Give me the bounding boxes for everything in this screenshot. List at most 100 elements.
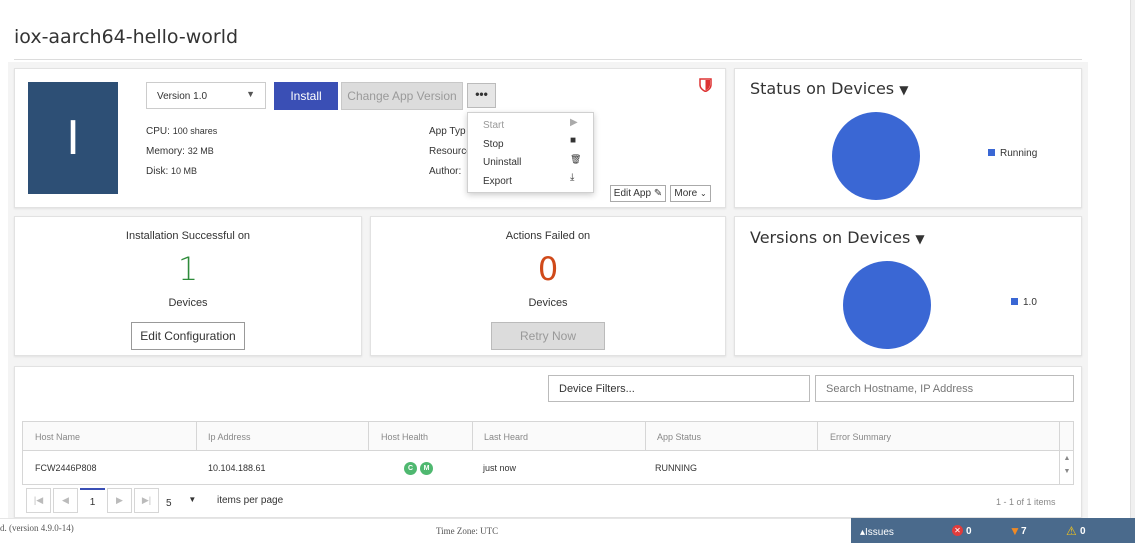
disk-label: Disk: (146, 166, 169, 177)
filter-icon[interactable]: ▼ (915, 232, 924, 246)
cell-ip-address: 10.104.188.61 (208, 463, 266, 473)
cpu-spec: CPU: 100 shares (146, 126, 217, 137)
versions-pie-chart (843, 261, 931, 349)
install-success-title: Installation Successful on (125, 230, 251, 242)
page-size-select[interactable]: 5 ▼ (166, 495, 196, 509)
more-label: More (674, 188, 698, 199)
column-header-error-summary[interactable]: Error Summary (830, 432, 891, 442)
change-app-version-button[interactable]: Change App Version (341, 82, 463, 110)
issues-bar[interactable]: ▴Issues ✕ 0 ▼ 7 ⚠ 0 (851, 518, 1135, 543)
actions-failed-unit: Devices (528, 297, 568, 309)
pie-slice-running (832, 112, 920, 200)
first-page-icon[interactable]: |◀ (26, 488, 51, 513)
column-header-host-health[interactable]: Host Health (381, 432, 428, 442)
version-select-value: Version 1.0 (157, 91, 208, 102)
page-size-value: 5 (166, 498, 172, 509)
table-row[interactable] (22, 451, 1074, 485)
edit-app-label: Edit App (613, 188, 652, 199)
pie-slice-1-0 (843, 261, 931, 349)
legend-version: 1.0 (1011, 297, 1037, 308)
download-icon: ⤓ (570, 172, 575, 183)
chevron-down-icon: ▼ (188, 495, 197, 504)
title-divider (14, 59, 1082, 60)
pager-summary: 1 - 1 of 1 items (996, 497, 1056, 507)
menu-item-uninstall[interactable]: Uninstall (483, 157, 521, 168)
install-button[interactable]: Install (274, 82, 338, 110)
column-header-host-name[interactable]: Host Name (35, 432, 80, 442)
play-icon: ▶ (570, 117, 578, 128)
versions-panel-title-text: Versions on Devices (750, 228, 911, 247)
memory-label: Memory: (146, 146, 185, 157)
column-divider (645, 422, 646, 450)
chevron-down-icon: ▼ (246, 89, 255, 99)
items-per-page-label: items per page (217, 495, 284, 506)
error-count: 0 (966, 526, 972, 537)
column-header-app-status[interactable]: App Status (657, 432, 701, 442)
column-header-ip-address[interactable]: Ip Address (208, 432, 251, 442)
column-header-last-heard[interactable]: Last Heard (484, 432, 528, 442)
error-icon: ✕ (952, 525, 963, 536)
versions-panel-title: Versions on Devices ▼ (750, 228, 925, 247)
issues-toggle[interactable]: ▴Issues (860, 527, 894, 538)
shield-icon (699, 78, 712, 93)
more-actions-button[interactable]: ••• (467, 83, 496, 108)
legend-version-label: 1.0 (1023, 297, 1037, 308)
page-title: iox-aarch64-hello-world (14, 26, 239, 48)
table-scrollbar[interactable]: ▲ ▼ (1059, 451, 1074, 485)
warning-filter-icon: ▼ (1009, 524, 1021, 538)
stop-icon: ■ (570, 135, 577, 146)
cell-app-status: RUNNING (655, 463, 697, 473)
edit-app-button[interactable]: Edit App ✎ (610, 185, 666, 202)
version-select[interactable]: Version 1.0 ▼ (146, 82, 266, 109)
install-success-count: 1 (177, 250, 199, 288)
search-input[interactable]: Search Hostname, IP Address (815, 375, 1074, 402)
memory-spec: Memory: 32 MB (146, 146, 214, 157)
alert-count: 0 (1080, 526, 1086, 537)
column-divider (472, 422, 473, 450)
edit-configuration-button[interactable]: Edit Configuration (131, 322, 245, 350)
pencil-icon: ✎ (653, 188, 663, 199)
health-badge-c: C (404, 462, 417, 475)
retry-now-button[interactable]: Retry Now (491, 322, 605, 350)
alert-icon: ⚠ (1066, 524, 1077, 538)
scroll-up-icon[interactable]: ▲ (1060, 455, 1074, 462)
cpu-value: 100 shares (172, 126, 218, 136)
table-header-row (22, 421, 1074, 451)
install-success-unit: Devices (168, 297, 208, 309)
actions-dropdown-menu: Start ▶ Stop ■ Uninstall 🗑 Export ⤓ (467, 112, 594, 193)
disk-value: 10 MB (171, 166, 198, 176)
page-scrollbar[interactable] (1130, 0, 1135, 518)
menu-item-start[interactable]: Start (483, 120, 504, 131)
menu-item-stop[interactable]: Stop (483, 139, 504, 150)
footer-timezone: Time Zone: UTC (436, 526, 499, 536)
status-panel-title-text: Status on Devices (750, 79, 895, 98)
warning-count: 7 (1021, 526, 1027, 537)
filter-icon[interactable]: ▼ (899, 83, 908, 97)
more-button[interactable]: More ⌄ (670, 185, 711, 202)
menu-item-export[interactable]: Export (483, 176, 512, 187)
next-page-icon[interactable]: ▶ (107, 488, 132, 513)
footer-version: d. (version 4.9.0-14) (0, 523, 74, 533)
trash-icon: 🗑 (570, 154, 582, 164)
resource-label: Resource (429, 146, 472, 157)
cell-host-name: FCW2446P808 (35, 463, 97, 473)
chevron-down-icon: ⌄ (699, 189, 707, 198)
device-filters-field[interactable]: Device Filters... (548, 375, 810, 402)
app-type-label: App Typ (429, 126, 466, 137)
current-page[interactable]: 1 (80, 488, 105, 513)
actions-failed-title: Actions Failed on (505, 230, 591, 242)
author-label: Author: (429, 166, 462, 177)
legend-swatch (1011, 298, 1018, 305)
scroll-down-icon[interactable]: ▼ (1060, 468, 1074, 475)
app-icon-tile: I (28, 82, 118, 194)
column-divider (368, 422, 369, 450)
footer-bar (0, 518, 851, 543)
status-panel-title: Status on Devices ▼ (750, 79, 908, 98)
legend-running-label: Running (1000, 148, 1038, 159)
legend-running: Running (988, 148, 1037, 159)
previous-page-icon[interactable]: ◀ (53, 488, 78, 513)
last-page-icon[interactable]: ▶| (134, 488, 159, 513)
cpu-label: CPU: (146, 126, 170, 137)
cell-last-heard: just now (483, 463, 517, 473)
legend-swatch (988, 149, 995, 156)
